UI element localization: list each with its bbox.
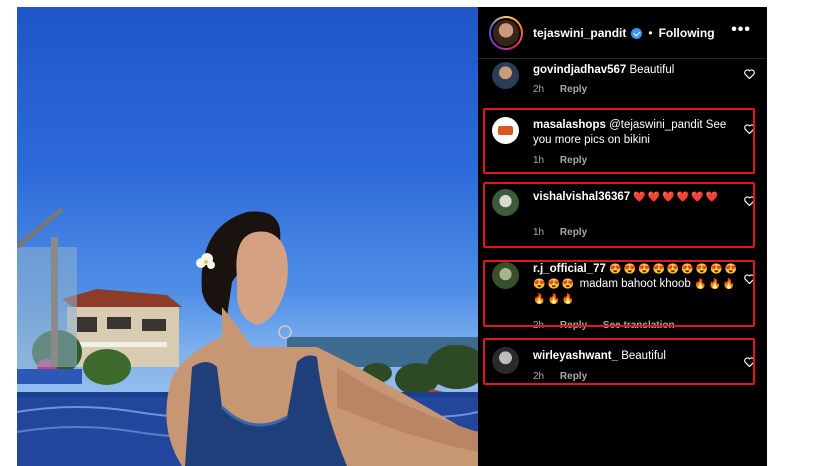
reply-button[interactable]: Reply (560, 84, 587, 95)
comment-username[interactable]: govindjadhav567 (533, 64, 626, 76)
comment-item: govindjadhav567 Beautiful 2h Reply (478, 59, 767, 107)
comment-text: Beautiful (629, 64, 675, 76)
instagram-post-modal: tejaswini_pandit • Following ••• govindj… (17, 7, 767, 466)
more-options-icon[interactable]: ••• (731, 21, 751, 39)
author-username[interactable]: tejaswini_pandit (533, 26, 626, 40)
highlight-box (483, 260, 755, 327)
comment-time: 2h (533, 84, 545, 95)
post-photo[interactable] (17, 7, 478, 466)
verified-badge-icon (631, 28, 643, 39)
highlight-box (483, 182, 755, 248)
author-avatar[interactable] (489, 15, 523, 50)
commenter-avatar[interactable] (492, 62, 519, 89)
following-button[interactable]: Following (659, 26, 715, 40)
screenshot-frame: tejaswini_pandit • Following ••• govindj… (0, 0, 830, 466)
post-header: tejaswini_pandit • Following ••• (478, 7, 767, 59)
highlight-box (483, 338, 755, 385)
separator-dot: • (648, 25, 653, 40)
photo-illustration (17, 207, 478, 466)
comments-panel: tejaswini_pandit • Following ••• govindj… (478, 7, 767, 466)
heart-outline-icon[interactable] (744, 69, 755, 79)
highlight-box (483, 108, 755, 174)
